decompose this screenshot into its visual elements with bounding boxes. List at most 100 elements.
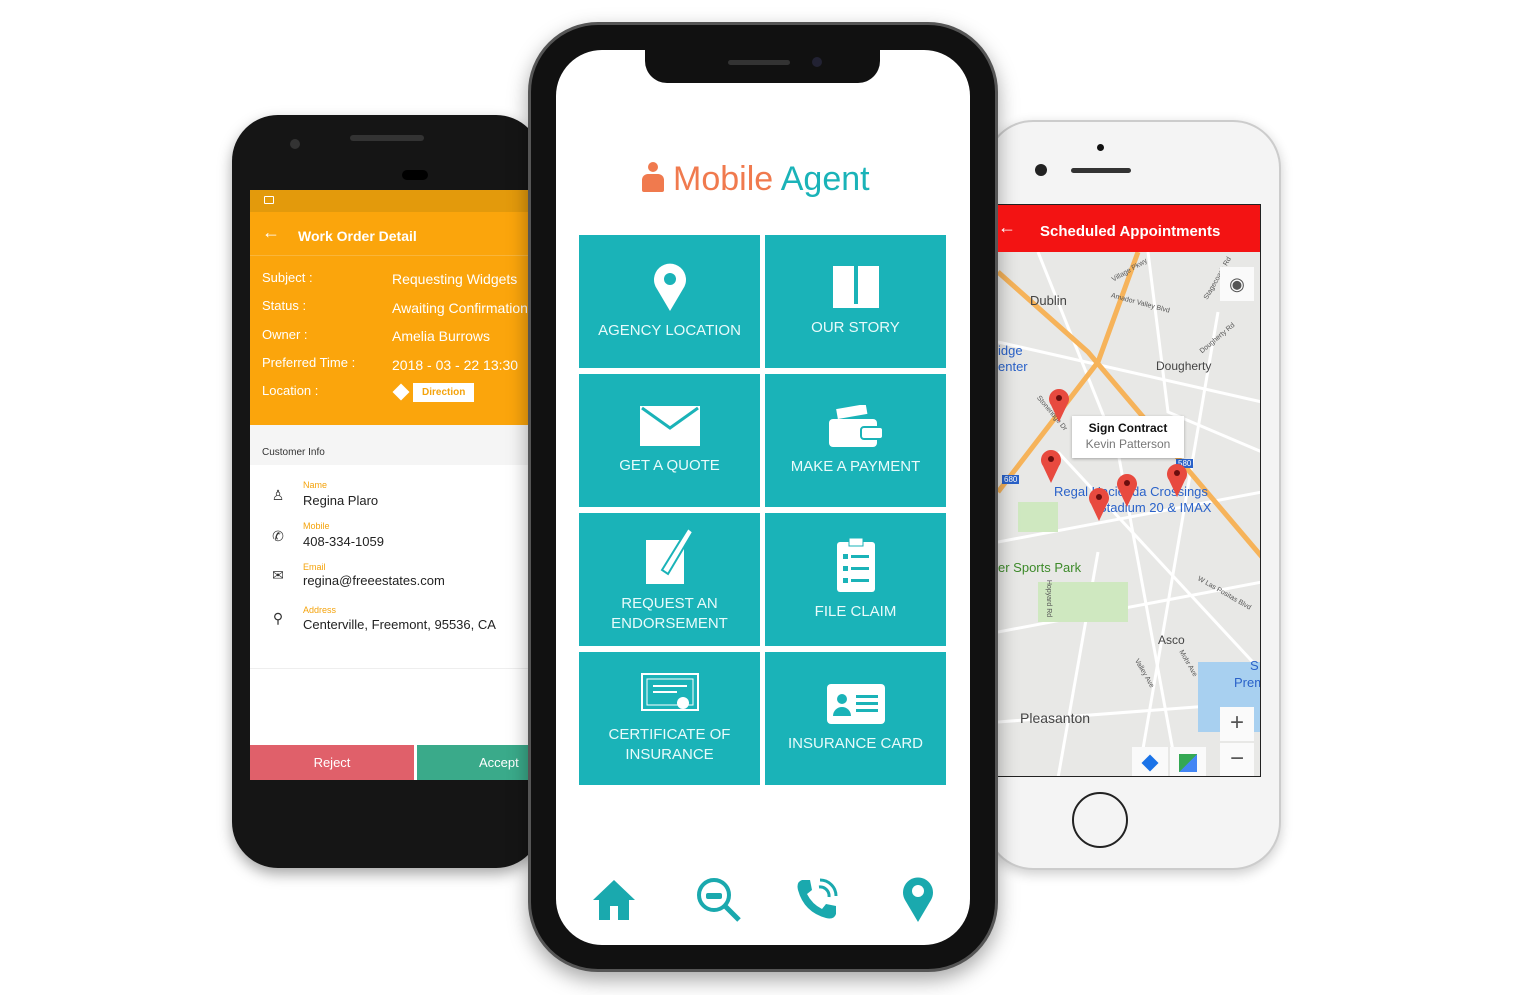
map-pin[interactable] [1088,487,1110,521]
mail-icon: ✉ [272,567,284,583]
work-order-screen: ← Work Order Detail Subject : Requesting… [250,190,530,780]
directions-icon [1141,754,1159,772]
owner-label: Owner : [262,327,308,342]
logo-text-agent: Agent [780,160,870,198]
map-label-asco: Asco [1158,633,1185,647]
map-label-hopyard: Hopyard Rd [1045,579,1053,618]
zoom-in-button[interactable]: + [1220,707,1254,741]
map-pin[interactable] [1166,463,1188,497]
address-value: Centerville, Freemont, 95536, CA [303,617,496,632]
location-pin-icon[interactable] [895,876,941,922]
page-title: Work Order Detail [298,228,417,244]
person-icon: ♙ [271,487,285,503]
certificate-icon [640,672,699,711]
clipboard-icon [836,537,875,592]
camera [1097,144,1104,151]
subject-label: Subject : [262,270,313,285]
tile-agency-location[interactable]: AGENCY LOCATION [579,235,760,368]
tile-request-endorsement[interactable]: REQUEST AN ENDORSEMENT [579,513,760,646]
open-maps-button[interactable] [1170,747,1206,776]
directions-button[interactable] [1132,747,1168,776]
tile-file-claim[interactable]: FILE CLAIM [765,513,946,646]
tile-label: REQUEST AN ENDORSEMENT [611,594,728,632]
customer-info-title: Customer Info [262,447,325,458]
agent-logo-icon [640,162,668,194]
map-pin-selected[interactable] [1116,473,1138,507]
accept-button[interactable]: Accept [417,745,530,780]
tile-label: FILE CLAIM [814,602,897,620]
front-camera [1035,164,1047,176]
map-label-enter: enter [998,359,1028,374]
phone-notch [645,48,880,83]
image-icon [264,196,274,204]
camera [290,139,300,149]
mobile-label: Mobile [303,521,330,531]
preferred-time-label: Preferred Time : [262,355,356,370]
address-label: Address [303,605,337,615]
info-window-subtitle: Kevin Patterson [1085,437,1171,451]
app-logo: Mobile Agent [673,160,870,199]
map-label-idge: idge [998,343,1023,358]
speaker [350,135,424,141]
location-label: Location : [262,383,319,398]
map-label-dougherty: Dougherty [1156,359,1212,373]
home-icon[interactable] [591,876,637,922]
book-icon [832,265,879,308]
google-maps-icon [1179,754,1197,772]
map-label-prem: Prem [1234,675,1260,690]
id-card-icon [826,683,885,724]
appointments-header: ← Scheduled Appointments [998,205,1260,252]
map-label-s: S [1250,658,1259,673]
edit-icon [645,526,694,584]
location-pin-icon [653,263,686,311]
speaker [1071,168,1131,173]
status-label: Status : [262,298,307,313]
search-car-icon[interactable] [695,876,741,922]
logo-text: Mobile [673,160,781,198]
zoom-out-button[interactable]: − [1220,743,1254,776]
tile-label: INSURANCE CARD [787,734,923,752]
sensor [402,170,428,180]
tile-get-a-quote[interactable]: GET A QUOTE [579,374,760,507]
location-pin-icon: ⚲ [272,610,284,626]
mobile-agent-screen: Mobile Agent AGENCY LOCATION OUR STORY G… [556,50,970,945]
map-label-pleasanton: Pleasanton [1020,710,1091,726]
page-title: Scheduled Appointments [1040,223,1221,240]
phone-icon: ✆ [272,528,284,544]
envelope-icon [639,405,700,446]
divider [250,668,530,669]
divider [250,255,530,256]
direction-button[interactable]: Direction [413,383,475,402]
work-order-header: ← Work Order Detail Subject : Requesting… [250,212,530,425]
map-pin[interactable] [1048,388,1070,422]
name-label: Name [303,480,328,490]
subject-value: Requesting Widgets [392,271,518,287]
tile-make-a-payment[interactable]: MAKE A PAYMENT [765,374,946,507]
tile-our-story[interactable]: OUR STORY [765,235,946,368]
customer-info-header: Customer Info [250,425,530,465]
camera [812,57,822,67]
email-value[interactable]: regina@freeestates.com [303,573,445,588]
map-pin[interactable] [1040,449,1062,483]
mobile-value[interactable]: 408-334-1059 [303,534,384,549]
tile-label: OUR STORY [811,318,900,336]
customer-info-list: ♙ Name Regina Plaro ✆ Mobile 408-334-105… [250,465,530,665]
email-label: Email [303,562,326,572]
back-arrow-icon[interactable]: ← [998,217,1016,238]
tile-certificate-of-insurance[interactable]: CERTIFICATE OF INSURANCE [579,652,760,785]
map-label-dublin: Dublin [1030,293,1067,308]
direction-icon [392,383,410,401]
tile-insurance-card[interactable]: INSURANCE CARD [765,652,946,785]
home-button[interactable] [1072,792,1128,848]
map-label-sports-park: er Sports Park [998,560,1082,575]
wallet-icon [828,404,883,447]
tile-label: CERTIFICATE OF INSURANCE [608,725,731,763]
my-location-button[interactable]: ◉ [1220,267,1254,301]
back-arrow-icon[interactable]: ← [262,222,280,243]
preferred-time-value: 2018 - 03 - 22 13:30 [392,357,519,373]
info-window[interactable]: Sign Contract Kevin Patterson [1072,416,1184,458]
reject-button[interactable]: Reject [250,745,414,780]
phone-call-icon[interactable] [794,876,840,922]
owner-value: Amelia Burrows [392,328,491,344]
tile-label: AGENCY LOCATION [598,321,741,339]
